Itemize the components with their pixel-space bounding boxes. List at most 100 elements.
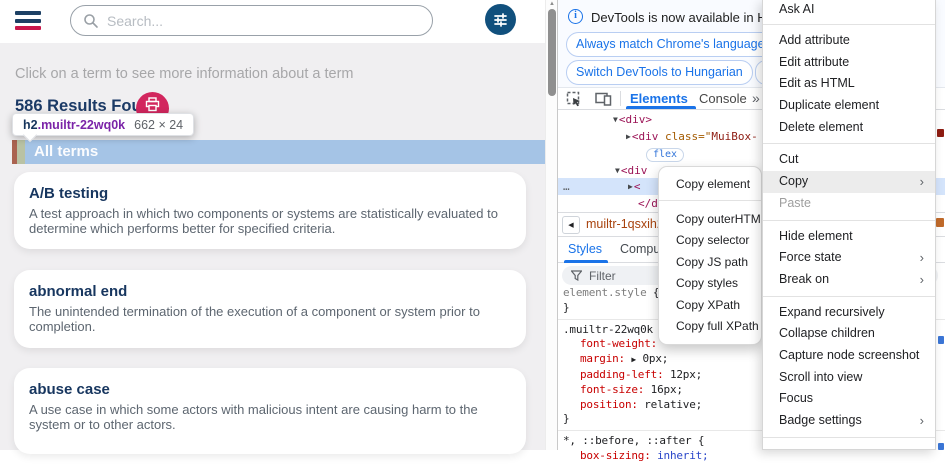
style-selector: *, ::before, ::after xyxy=(563,434,691,447)
term-definition: The unintended termination of the execut… xyxy=(29,305,507,334)
device-toolbar-icon[interactable] xyxy=(595,91,613,107)
context-menu-item-force-state[interactable]: Force state › xyxy=(763,247,935,269)
tag-token: < xyxy=(634,180,641,193)
hamburger-bar xyxy=(15,26,41,30)
switch-to-hungarian-button[interactable]: Switch DevTools to Hungarian xyxy=(566,60,753,85)
context-menu-item-expand-recursively[interactable]: Expand recursively xyxy=(763,302,935,324)
submenu-chevron-icon: › xyxy=(920,247,924,269)
term-card-abnormal-end[interactable]: abnormal end The unintended termination … xyxy=(14,270,526,348)
context-menu-item-edit-as-html[interactable]: Edit as HTML xyxy=(763,73,935,95)
context-menu-item-collapse-children[interactable]: Collapse children xyxy=(763,323,935,345)
menu-divider xyxy=(763,296,935,297)
style-selector: element.style xyxy=(563,286,647,299)
term-definition: A use case in which some actors with mal… xyxy=(29,403,507,432)
property-name: margin: xyxy=(580,352,625,365)
term-card-abuse-case[interactable]: abuse case A use case in which some acto… xyxy=(14,368,526,454)
brace: { xyxy=(691,434,704,447)
attr-name-token: class xyxy=(665,130,698,143)
menu-item-label: Break on xyxy=(779,272,829,286)
tab-console[interactable]: Console xyxy=(699,91,747,106)
breadcrumb-item[interactable]: muiltr-1qsxih2 xyxy=(586,217,664,231)
property-value: relative; xyxy=(644,398,702,411)
context-menu-item-hide-element[interactable]: Hide element xyxy=(763,226,935,248)
tag-token: <div xyxy=(632,130,659,143)
submenu-chevron-icon: › xyxy=(920,171,924,193)
context-menu-item-scroll-into-view[interactable]: Scroll into view xyxy=(763,367,935,389)
printer-icon xyxy=(145,97,160,112)
context-menu-item-delete-element[interactable]: Delete element xyxy=(763,117,935,139)
submenu-item-copy-xpath[interactable]: Copy XPath xyxy=(659,295,761,317)
scrollbar-thumb[interactable] xyxy=(548,9,556,96)
submenu-item-copy-js-path[interactable]: Copy JS path xyxy=(659,252,761,274)
hidden-content-fragment xyxy=(937,129,944,137)
inspect-tooltip: h2.muiltr-22wq0k 662 × 24 xyxy=(12,113,194,136)
property-value: inherit; xyxy=(657,449,708,462)
more-actions-dots-icon[interactable]: … xyxy=(563,178,571,195)
context-menu-item-focus[interactable]: Focus xyxy=(763,388,935,410)
context-menu-item-break-on[interactable]: Break on › xyxy=(763,269,935,291)
tooltip-dimensions: 662 × 24 xyxy=(134,118,183,132)
submenu-item-copy-full-xpath[interactable]: Copy full XPath xyxy=(659,316,761,338)
flex-badge[interactable]: flex xyxy=(646,148,684,162)
tooltip-selector: h2.muiltr-22wq0k xyxy=(23,118,125,132)
menu-divider xyxy=(763,24,935,25)
expand-arrow-icon[interactable]: ▶ xyxy=(626,128,631,145)
property-name: font-size: xyxy=(580,383,644,396)
context-menu-item-cut[interactable]: Cut xyxy=(763,149,935,171)
submenu-item-copy-element[interactable]: Copy element xyxy=(659,174,761,196)
term-title: abuse case xyxy=(29,381,507,398)
submenu-chevron-icon: › xyxy=(920,410,924,432)
match-chrome-language-button[interactable]: Always match Chrome's language xyxy=(566,32,775,57)
tag-token: <div> xyxy=(619,113,652,126)
breadcrumb-back-button[interactable]: ◀ xyxy=(562,216,580,234)
submenu-item-copy-styles[interactable]: Copy styles xyxy=(659,273,761,295)
context-menu-item-add-attribute[interactable]: Add attribute xyxy=(763,30,935,52)
submenu-item-copy-outerhtml[interactable]: Copy outerHTML xyxy=(659,209,761,231)
context-menu-item-ask-ai[interactable]: Ask AI xyxy=(763,0,935,19)
context-menu-item-badge-settings[interactable]: Badge settings › xyxy=(763,410,935,432)
property-value: 16px; xyxy=(651,383,683,396)
expand-value-arrow-icon[interactable]: ▶ xyxy=(631,355,636,364)
menu-divider xyxy=(763,437,935,438)
search-input[interactable] xyxy=(107,13,407,29)
hamburger-bar xyxy=(15,11,41,15)
funnel-icon xyxy=(571,270,582,281)
attr-eq-token: =" xyxy=(698,130,711,143)
filter-button[interactable] xyxy=(485,4,516,35)
expand-arrow-icon[interactable]: ▼ xyxy=(615,162,620,179)
context-menu-item-duplicate-element[interactable]: Duplicate element xyxy=(763,95,935,117)
menu-divider xyxy=(763,143,935,144)
term-definition: A test approach in which two components … xyxy=(29,207,507,236)
submenu-item-copy-selector[interactable]: Copy selector xyxy=(659,230,761,252)
tag-token: <div xyxy=(621,164,648,177)
tooltip-tag: h2 xyxy=(23,118,38,132)
search-bar[interactable] xyxy=(70,5,433,36)
term-card-ab-testing[interactable]: A/B testing A test approach in which two… xyxy=(14,172,526,249)
tooltip-class: .muiltr-22wq0k xyxy=(38,118,126,132)
submenu-chevron-icon: › xyxy=(920,269,924,291)
property-name: padding-left: xyxy=(580,368,664,381)
context-menu-item-copy[interactable]: Copy › xyxy=(763,171,935,193)
context-menu-item-paste[interactable]: Paste xyxy=(763,193,935,215)
property-value: 0px; xyxy=(642,352,668,365)
section-header-all-terms: All terms xyxy=(12,140,545,164)
context-menu-item-edit-attribute[interactable]: Edit attribute xyxy=(763,52,935,74)
active-tab-underline xyxy=(626,106,696,109)
hamburger-menu-icon[interactable] xyxy=(15,11,41,33)
tab-styles[interactable]: Styles xyxy=(568,242,602,256)
more-tabs-icon[interactable]: » xyxy=(752,90,760,106)
instruction-text: Click on a term to see more information … xyxy=(15,66,353,82)
style-selector: .muiltr-22wq0k xyxy=(563,323,653,336)
glossary-page: Click on a term to see more information … xyxy=(0,0,545,450)
page-scrollbar[interactable]: ▲ xyxy=(545,0,557,450)
context-menu-item-capture-node-screenshot[interactable]: Capture node screenshot xyxy=(763,345,935,367)
tab-elements[interactable]: Elements xyxy=(630,91,688,106)
hidden-content-fragment xyxy=(938,443,944,450)
inspect-element-icon[interactable] xyxy=(566,91,584,107)
expand-arrow-icon[interactable]: ▼ xyxy=(613,111,618,128)
menu-item-label: Force state xyxy=(779,250,842,264)
filter-placeholder: Filter xyxy=(589,269,616,283)
css-property-box-sizing[interactable]: box-sizing: inherit; xyxy=(563,449,945,464)
filter-sliders-icon xyxy=(492,11,509,28)
expand-arrow-icon[interactable]: ▶ xyxy=(628,178,633,195)
